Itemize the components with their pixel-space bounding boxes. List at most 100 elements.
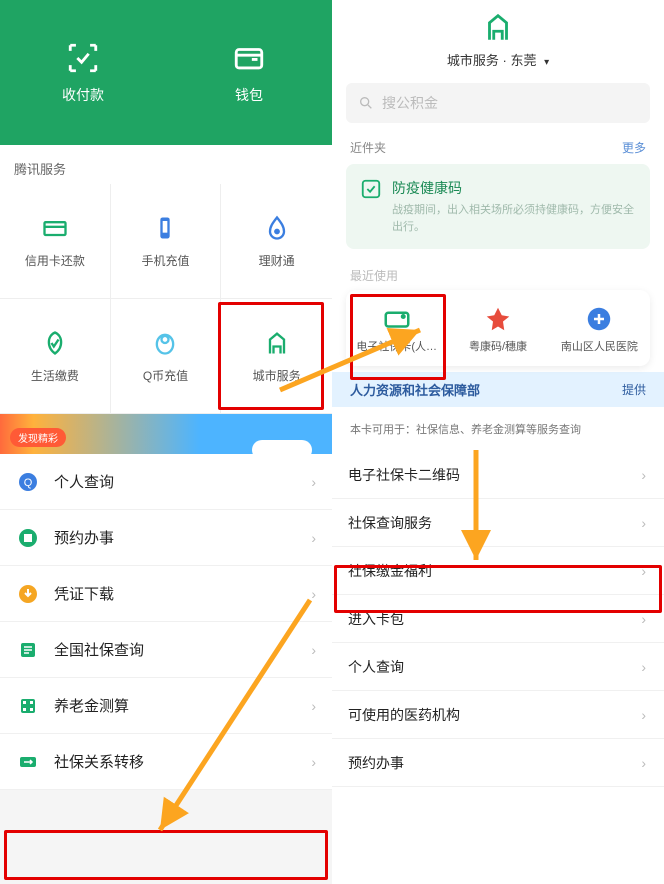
scan-pay-button[interactable]: 收付款: [0, 0, 166, 145]
right-header: 城市服务 · 东莞 ▾: [332, 0, 664, 69]
card-note: 本卡可用于：社保信息、养老金测算等服务查询: [332, 407, 664, 451]
wallet-button[interactable]: 钱包: [166, 0, 332, 145]
chevron-right-icon: ›: [311, 530, 316, 546]
chevron-down-icon: ▾: [544, 57, 549, 68]
list-item[interactable]: Q 个人查询 ›: [0, 454, 332, 510]
row-label: 社保关系转移: [54, 751, 144, 772]
fav-grid: 电子社保卡(人… 粤康码/穗康 南山区人民医院: [346, 290, 650, 366]
row-label: 预约办事: [348, 753, 404, 773]
cell-label: 手机充值: [141, 252, 189, 269]
row-label: 个人查询: [54, 471, 114, 492]
health-icon: [360, 178, 382, 200]
row-label: 全国社保查询: [54, 639, 144, 660]
chevron-right-icon: ›: [311, 474, 316, 490]
badge-icon: [483, 304, 513, 334]
banner-tag: 发现精彩: [10, 428, 66, 447]
chevron-right-icon: ›: [641, 467, 646, 483]
list-item[interactable]: 社保关系转移 ›: [0, 734, 332, 790]
calendar-icon: [16, 526, 40, 550]
chevron-right-icon: ›: [641, 611, 646, 627]
mohrss-bar: 人力资源和社会保障部 提供: [332, 372, 664, 407]
row-label: 社保缴金福利: [348, 561, 432, 581]
chevron-right-icon: ›: [641, 515, 646, 531]
building-icon: [263, 329, 291, 357]
transfer-icon: [16, 750, 40, 774]
wallet-label: 钱包: [235, 85, 263, 105]
hospital-icon: [584, 304, 614, 334]
cell-label: 粤康码/穗康: [469, 340, 527, 354]
grid-wealth[interactable]: 理财通: [221, 184, 332, 299]
list-item[interactable]: 可使用的医药机构 ›: [332, 691, 664, 739]
city-logo-icon: [481, 10, 515, 44]
row-label: 社保查询服务: [348, 513, 432, 533]
row-label: 进入卡包: [348, 609, 404, 629]
list-item[interactable]: 进入卡包 ›: [332, 595, 664, 643]
drop-icon: [263, 214, 291, 242]
penguin-icon: [151, 329, 179, 357]
grid-city-service[interactable]: 城市服务: [221, 299, 332, 414]
list-item[interactable]: 社保缴金福利 ›: [332, 547, 664, 595]
chevron-right-icon: ›: [311, 586, 316, 602]
grid-utilities[interactable]: 生活缴费: [0, 299, 111, 414]
chevron-right-icon: ›: [641, 659, 646, 675]
cloud-deco: [252, 440, 312, 454]
search-icon: [358, 95, 374, 111]
row-label: 可使用的医药机构: [348, 705, 460, 725]
row-label: 个人查询: [348, 657, 404, 677]
left-panel: 收付款 钱包 腾讯服务 信用卡还款 手机充值 理财通 生活缴费 Q币充值: [0, 0, 332, 884]
cell-label: Q币充值: [143, 367, 188, 384]
cell-label: 南山区人民医院: [561, 340, 638, 354]
chevron-right-icon: ›: [311, 642, 316, 658]
fav-hospital[interactable]: 南山区人民医院: [549, 290, 650, 366]
highlight-transfer: [4, 830, 328, 880]
service-grid: 信用卡还款 手机充值 理财通 生活缴费 Q币充值 城市服务: [0, 184, 332, 414]
list-item[interactable]: 社保查询服务 ›: [332, 499, 664, 547]
fav-esscard[interactable]: 电子社保卡(人…: [346, 290, 447, 366]
chevron-right-icon: ›: [311, 698, 316, 714]
left-list: Q 个人查询 › 预约办事 › 凭证下载 › 全国社保查询 › 养老金测算 › …: [0, 454, 332, 790]
health-sub: 战疫期间，出入相关场所必须持健康码，方便安全出行。: [392, 202, 636, 235]
wallet-icon: [232, 41, 266, 75]
leaf-icon: [41, 329, 69, 357]
list-item[interactable]: 全国社保查询 ›: [0, 622, 332, 678]
health-code-card[interactable]: 防疫健康码 战疫期间，出入相关场所必须持健康码，方便安全出行。: [346, 164, 650, 249]
list-item[interactable]: 个人查询 ›: [332, 643, 664, 691]
row-label: 预约办事: [54, 527, 114, 548]
list-item[interactable]: 凭证下载 ›: [0, 566, 332, 622]
health-title: 防疫健康码: [392, 178, 636, 198]
chevron-right-icon: ›: [641, 707, 646, 723]
grid-credit-card[interactable]: 信用卡还款: [0, 184, 111, 299]
calc-icon: [16, 694, 40, 718]
grid-phone-recharge[interactable]: 手机充值: [111, 184, 222, 299]
city-selector[interactable]: 城市服务 · 东莞 ▾: [447, 50, 549, 69]
row-label: 养老金测算: [54, 695, 129, 716]
list-item[interactable]: 养老金测算 ›: [0, 678, 332, 734]
cell-label: 电子社保卡(人…: [356, 340, 437, 354]
list-item[interactable]: 预约办事 ›: [0, 510, 332, 566]
phone-icon: [151, 214, 179, 242]
health-text: 防疫健康码 战疫期间，出入相关场所必须持健康码，方便安全出行。: [392, 178, 636, 235]
right-panel: 城市服务 · 东莞 ▾ 搜公积金 近件夹 更多 防疫健康码 战疫期间，出入相关场…: [332, 0, 664, 884]
card-green-icon: [382, 304, 412, 334]
cell-label: 信用卡还款: [25, 252, 85, 269]
promo-banner[interactable]: 发现精彩: [0, 414, 332, 454]
grid-qcoin[interactable]: Q币充值: [111, 299, 222, 414]
cell-label: 生活缴费: [31, 367, 79, 384]
recent-header: 近件夹 更多: [332, 123, 664, 164]
row-label: 电子社保卡二维码: [348, 465, 460, 485]
search-input[interactable]: 搜公积金: [346, 83, 650, 123]
fav-yuekang[interactable]: 粤康码/穗康: [447, 290, 548, 366]
fav-label: 最近使用: [332, 249, 664, 290]
row-label: 凭证下载: [54, 583, 114, 604]
svg-text:Q: Q: [24, 477, 33, 489]
search-placeholder: 搜公积金: [382, 93, 438, 113]
credit-card-icon: [41, 214, 69, 242]
shield-icon: [16, 638, 40, 662]
list-item[interactable]: 预约办事›: [332, 739, 664, 787]
more-link[interactable]: 更多: [622, 139, 646, 156]
search-person-icon: Q: [16, 470, 40, 494]
mohrss-right: 提供: [622, 381, 646, 398]
list-item[interactable]: 电子社保卡二维码 ›: [332, 451, 664, 499]
right-list: 电子社保卡二维码 › 社保查询服务 › 社保缴金福利 › 进入卡包 › 个人查询 › 可使…: [332, 451, 664, 787]
chevron-right-icon: ›: [641, 563, 646, 579]
